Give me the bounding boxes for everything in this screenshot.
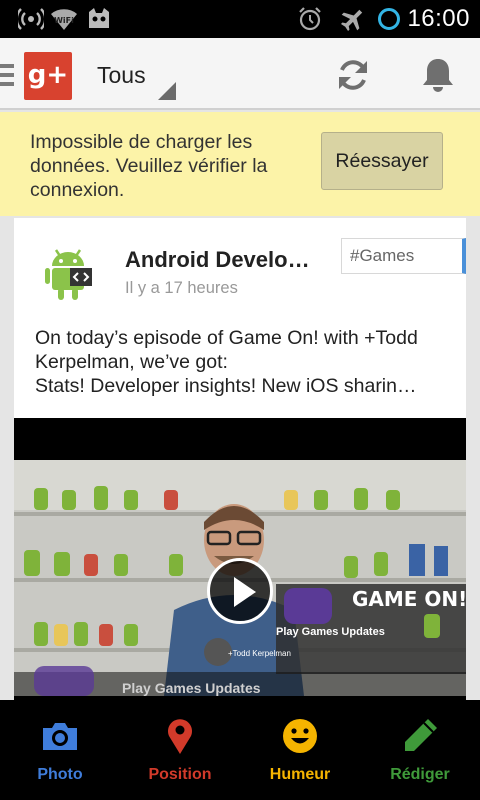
menu-icon[interactable] bbox=[0, 64, 14, 86]
post-author[interactable]: Android Develo… bbox=[125, 247, 310, 273]
location-pin-icon bbox=[168, 719, 192, 754]
clock: 16:00 bbox=[407, 5, 470, 32]
pencil-icon bbox=[405, 719, 437, 751]
mood-label: Humeur bbox=[269, 766, 331, 783]
svg-text:WiFi: WiFi bbox=[54, 16, 74, 25]
video-overlay-title: Play Games Updates bbox=[122, 680, 261, 696]
post-card[interactable]: Android Develo… Il y a 17 heures #Games … bbox=[14, 218, 466, 708]
action-bar: g+ Tous bbox=[0, 38, 480, 110]
camera-icon bbox=[43, 723, 77, 750]
post-line: On today’s episode of Game On! with +Tod… bbox=[35, 327, 418, 349]
video-inner-title: Play Games Updates bbox=[276, 626, 385, 638]
video-presenter-name: +Todd Kerpelman bbox=[228, 649, 291, 658]
post-line: Kerpelman, we’ve got: bbox=[35, 351, 228, 373]
post-line: Stats! Developer insights! New iOS shari… bbox=[35, 375, 417, 397]
connection-error-banner: Impossible de charger les données. Veuil… bbox=[0, 112, 480, 216]
write-label: Rédiger bbox=[390, 766, 450, 783]
photo-button[interactable]: Photo bbox=[0, 700, 120, 800]
screen: WiFi 16:00 g+ Tous Impossible de charger… bbox=[0, 0, 480, 800]
hashtag-chip[interactable]: #Games bbox=[341, 238, 466, 274]
write-button[interactable]: Rédiger bbox=[360, 700, 480, 800]
error-message: Impossible de charger les données. Veuil… bbox=[30, 131, 268, 201]
post-header: Android Develo… Il y a 17 heures #Games … bbox=[14, 218, 466, 418]
refresh-icon[interactable] bbox=[334, 56, 372, 94]
mood-button[interactable]: Humeur bbox=[240, 700, 360, 800]
bottom-action-bar: Photo Position Humeur Rédiger bbox=[0, 700, 480, 800]
stream-selector-title[interactable]: Tous bbox=[97, 62, 146, 89]
smiley-icon bbox=[283, 719, 317, 753]
retry-button[interactable]: Réessayer bbox=[321, 132, 443, 190]
position-label: Position bbox=[148, 766, 212, 783]
play-icon bbox=[234, 577, 256, 607]
play-button[interactable] bbox=[207, 558, 273, 624]
post-body[interactable]: On today’s episode of Game On! with +Tod… bbox=[35, 326, 455, 398]
wifi-tethering-icon bbox=[18, 8, 44, 30]
position-button[interactable]: Position bbox=[120, 700, 240, 800]
status-bar: WiFi 16:00 bbox=[0, 0, 480, 38]
video-thumbnail[interactable]: GAME ON! Play Games Updates +Todd Kerpel… bbox=[14, 418, 466, 708]
google-plus-logo[interactable]: g+ bbox=[24, 52, 72, 100]
alarm-icon bbox=[299, 7, 321, 31]
post-timestamp: Il y a 17 heures bbox=[125, 279, 238, 297]
dropdown-corner-icon[interactable] bbox=[158, 82, 176, 100]
android-developers-avatar[interactable] bbox=[42, 242, 98, 302]
wifi-icon: WiFi bbox=[51, 9, 77, 30]
cyanogen-mascot-icon bbox=[89, 8, 109, 28]
notification-bell-icon[interactable] bbox=[420, 56, 456, 94]
circle-icon bbox=[378, 8, 400, 30]
photo-label: Photo bbox=[37, 766, 83, 783]
airplane-icon bbox=[340, 9, 363, 32]
svg-text:GAME ON!: GAME ON! bbox=[352, 587, 466, 611]
